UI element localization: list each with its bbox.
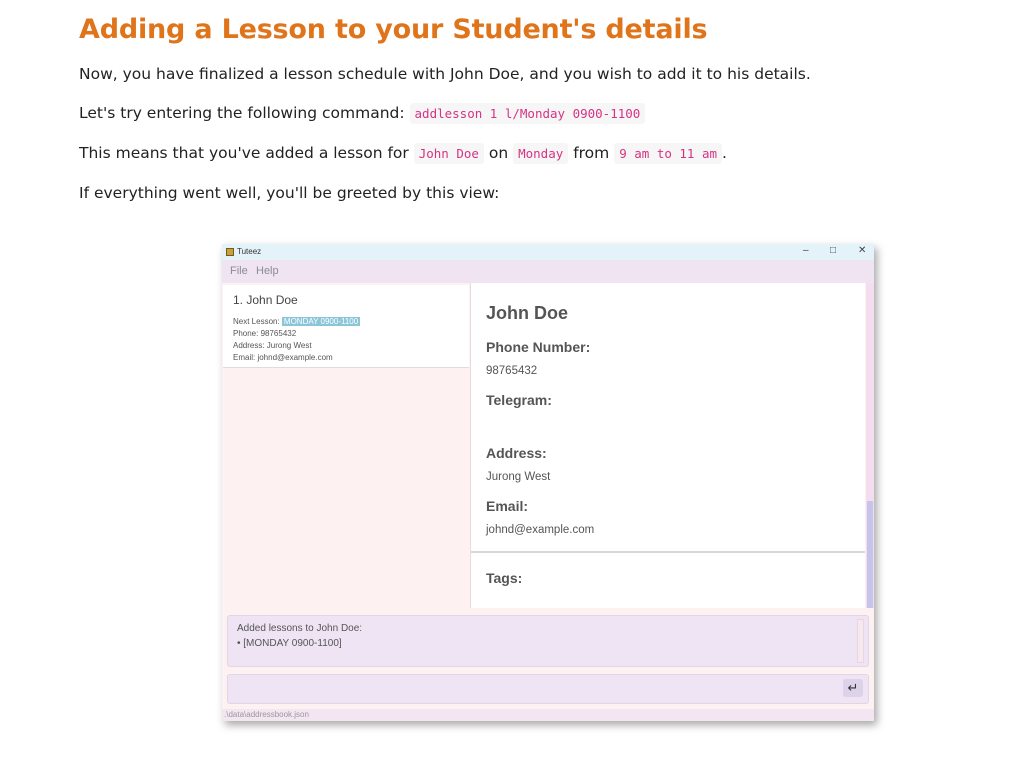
student-list: 1. John Doe Next Lesson: MONDAY 0900-110…: [222, 283, 470, 608]
menu-help[interactable]: Help: [256, 265, 279, 277]
menu-file[interactable]: File: [230, 265, 248, 277]
result-line-1: Added lessons to John Doe:: [237, 623, 363, 634]
meaning-text-3: from: [568, 144, 615, 162]
time-code: 9 am to 11 am: [614, 143, 723, 164]
result-paragraph: If everything went well, you'll be greet…: [79, 184, 499, 202]
student-card[interactable]: 1. John Doe Next Lesson: MONDAY 0900-110…: [223, 285, 469, 368]
next-lesson-label: Next Lesson:: [233, 317, 282, 326]
student-code: John Doe: [413, 143, 484, 164]
intro-text: Now, you have finalized a lesson schedul…: [79, 65, 811, 83]
minimize-button[interactable]: –: [803, 245, 809, 256]
command-code: addlesson 1 l/Monday 0900-1100: [409, 103, 646, 124]
student-email: Email: johnd@example.com: [233, 353, 333, 362]
enter-button[interactable]: ↵: [843, 679, 863, 697]
intro-paragraph: Now, you have finalized a lesson schedul…: [79, 65, 811, 83]
day-code: Monday: [513, 143, 569, 164]
address-value: Jurong West: [486, 471, 551, 483]
maximize-button[interactable]: □: [830, 245, 836, 256]
student-phone: Phone: 98765432: [233, 329, 297, 338]
title-bar: Tuteez – □ ✕: [222, 244, 874, 260]
student-detail-panel: John Doe Phone Number: 98765432 Telegram…: [470, 283, 865, 608]
app-icon: [226, 248, 234, 256]
result-text: If everything went well, you'll be greet…: [79, 184, 500, 202]
result-display: Added lessons to John Doe: • [MONDAY 090…: [227, 615, 869, 667]
student-address: Address: Jurong West: [233, 341, 312, 350]
scrollbar-thumb[interactable]: [867, 501, 873, 608]
page-title: Adding a Lesson to your Student's detail…: [79, 14, 708, 45]
phone-value: 98765432: [486, 365, 538, 377]
result-line-2: • [MONDAY 0900-1100]: [237, 638, 342, 649]
next-lesson: Next Lesson: MONDAY 0900-1100: [233, 317, 361, 326]
result-scrollbar[interactable]: [857, 619, 864, 663]
meaning-text-2: on: [483, 144, 514, 162]
student-name: 1. John Doe: [233, 293, 298, 307]
next-lesson-value: MONDAY 0900-1100: [281, 317, 361, 326]
address-label: Address:: [486, 445, 547, 461]
meaning-paragraph: This means that you've added a lesson fo…: [79, 143, 727, 164]
detail-scrollbar[interactable]: [866, 283, 874, 608]
status-path: .\data\addressbook.json: [224, 710, 309, 719]
meaning-text-4: .: [722, 144, 727, 162]
email-value: johnd@example.com: [486, 524, 595, 536]
meaning-text-1: This means that you've added a lesson fo…: [79, 144, 414, 162]
detail-divider: [471, 551, 865, 553]
menu-bar: File Help: [222, 260, 874, 283]
close-button[interactable]: ✕: [858, 245, 866, 256]
app-screenshot: Tuteez – □ ✕ File Help 1. John Doe Next …: [222, 244, 874, 721]
enter-icon: ↵: [847, 680, 859, 695]
telegram-label: Telegram:: [486, 392, 552, 408]
status-bar: .\data\addressbook.json: [222, 709, 874, 721]
command-input[interactable]: ↵: [227, 674, 869, 704]
email-label: Email:: [486, 498, 529, 514]
detail-name: John Doe: [486, 303, 569, 323]
phone-label: Phone Number:: [486, 339, 591, 355]
tags-label: Tags:: [486, 570, 523, 586]
command-paragraph: Let's try entering the following command…: [79, 103, 646, 124]
command-text: Let's try entering the following command…: [79, 104, 410, 122]
window-title: Tuteez: [237, 247, 262, 256]
